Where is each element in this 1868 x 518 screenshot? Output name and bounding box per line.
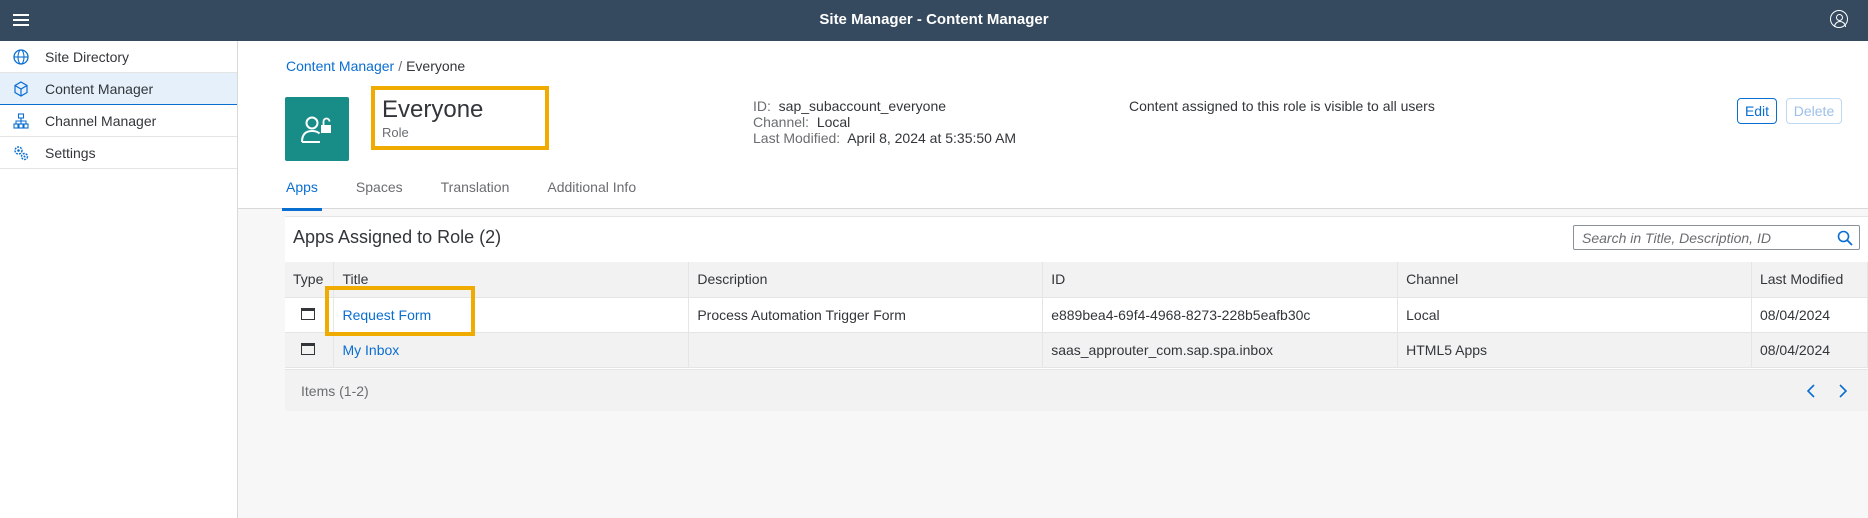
- tab-bar: Apps Spaces Translation Additional Info: [282, 179, 674, 211]
- id-cell: e889bea4-69f4-4968-8273-228b5eafb30c: [1042, 297, 1399, 333]
- sidebar: Site Directory Content Manager Channel M…: [0, 41, 238, 518]
- delete-button[interactable]: Delete: [1786, 98, 1842, 124]
- last-modified-label: Last Modified:: [753, 130, 841, 146]
- search-icon[interactable]: [1837, 230, 1853, 246]
- apps-table: Type Title Description ID Channel Last M…: [285, 262, 1868, 368]
- id-label: ID:: [753, 98, 771, 114]
- apps-table-title: Apps Assigned to Role (2): [293, 227, 502, 247]
- table-row[interactable]: Request Form Process Automation Trigger …: [285, 297, 1868, 333]
- tab-translation[interactable]: Translation: [441, 179, 510, 209]
- search-field: [1573, 225, 1860, 250]
- last-modified-cell: 08/04/2024: [1751, 332, 1868, 368]
- table-row[interactable]: My Inbox saas_approuter_com.sap.spa.inbo…: [285, 332, 1868, 368]
- tab-spaces[interactable]: Spaces: [356, 179, 403, 209]
- sidebar-item-content-manager[interactable]: Content Manager: [0, 73, 237, 105]
- object-header: Content Manager / Everyone Everyone Role I…: [238, 41, 1868, 211]
- last-modified-cell: 08/04/2024: [1751, 297, 1868, 333]
- description-cell: [688, 332, 1044, 368]
- breadcrumb-separator: /: [398, 58, 403, 74]
- description-cell: Process Automation Trigger Form: [688, 297, 1044, 333]
- type-cell: [285, 332, 335, 368]
- table-header-row: Type Title Description ID Channel Last M…: [285, 262, 1868, 298]
- globe-icon: [12, 48, 30, 66]
- app-window-icon: [301, 307, 315, 320]
- channel-value: Local: [816, 114, 851, 130]
- role-avatar: [285, 97, 349, 161]
- table-footer: Items (1-2): [285, 369, 1868, 411]
- id-value: sap_subaccount_everyone: [778, 98, 947, 114]
- user-profile-icon[interactable]: [1830, 10, 1848, 28]
- search-input[interactable]: [1574, 226, 1824, 249]
- app-title-link[interactable]: Request Form: [342, 307, 431, 323]
- type-cell: [285, 297, 335, 333]
- shell-bar: Site Manager - Content Manager: [0, 0, 1868, 41]
- breadcrumb-current: Everyone: [406, 58, 466, 74]
- sidebar-item-settings[interactable]: Settings: [0, 137, 237, 169]
- tab-additional-info[interactable]: Additional Info: [547, 179, 636, 209]
- sidebar-item-channel-manager[interactable]: Channel Manager: [0, 105, 237, 137]
- tab-apps[interactable]: Apps: [282, 179, 322, 211]
- breadcrumb: Content Manager / Everyone: [286, 58, 465, 74]
- cube-icon: [12, 80, 30, 98]
- chevron-left-icon[interactable]: [1803, 382, 1821, 400]
- page-subtitle: Role: [382, 125, 409, 140]
- chevron-right-icon[interactable]: [1833, 382, 1851, 400]
- sidebar-item-site-directory[interactable]: Site Directory: [0, 41, 237, 73]
- channel-cell: HTML5 Apps: [1397, 332, 1752, 368]
- sidebar-item-label: Settings: [45, 144, 96, 161]
- channel-cell: Local: [1397, 297, 1752, 333]
- hierarchy-icon: [12, 112, 30, 130]
- column-header-type[interactable]: Type: [285, 262, 335, 298]
- title-cell: My Inbox: [333, 332, 690, 368]
- role-metadata: ID: sap_subaccount_everyone Channel: Loc…: [753, 98, 1016, 146]
- breadcrumb-link-content-manager[interactable]: Content Manager: [286, 58, 394, 74]
- page-title: Everyone: [382, 96, 484, 123]
- column-header-description[interactable]: Description: [688, 262, 1044, 298]
- column-header-id[interactable]: ID: [1042, 262, 1399, 298]
- sidebar-item-label: Site Directory: [45, 48, 130, 65]
- apps-panel: Apps Assigned to Role (2) Type Title Des…: [285, 216, 1868, 411]
- column-header-channel[interactable]: Channel: [1397, 262, 1752, 298]
- channel-label: Channel:: [753, 114, 810, 130]
- column-header-last-modified[interactable]: Last Modified: [1751, 262, 1868, 298]
- shell-title: Site Manager - Content Manager: [819, 11, 1049, 28]
- sidebar-item-label: Content Manager: [45, 80, 154, 97]
- column-header-title[interactable]: Title: [333, 262, 690, 298]
- gear-icon: [12, 144, 30, 162]
- title-cell: Request Form: [333, 297, 690, 333]
- items-count: Items (1-2): [301, 383, 369, 399]
- last-modified-value: April 8, 2024 at 5:35:50 AM: [847, 130, 1017, 146]
- role-unlock-icon: [301, 116, 331, 143]
- sidebar-item-label: Channel Manager: [45, 112, 157, 129]
- id-cell: saas_approuter_com.sap.spa.inbox: [1042, 332, 1399, 368]
- edit-button[interactable]: Edit: [1737, 98, 1777, 124]
- role-description: Content assigned to this role is visible…: [1129, 98, 1435, 114]
- app-title-link[interactable]: My Inbox: [342, 342, 399, 358]
- app-window-icon: [301, 342, 315, 355]
